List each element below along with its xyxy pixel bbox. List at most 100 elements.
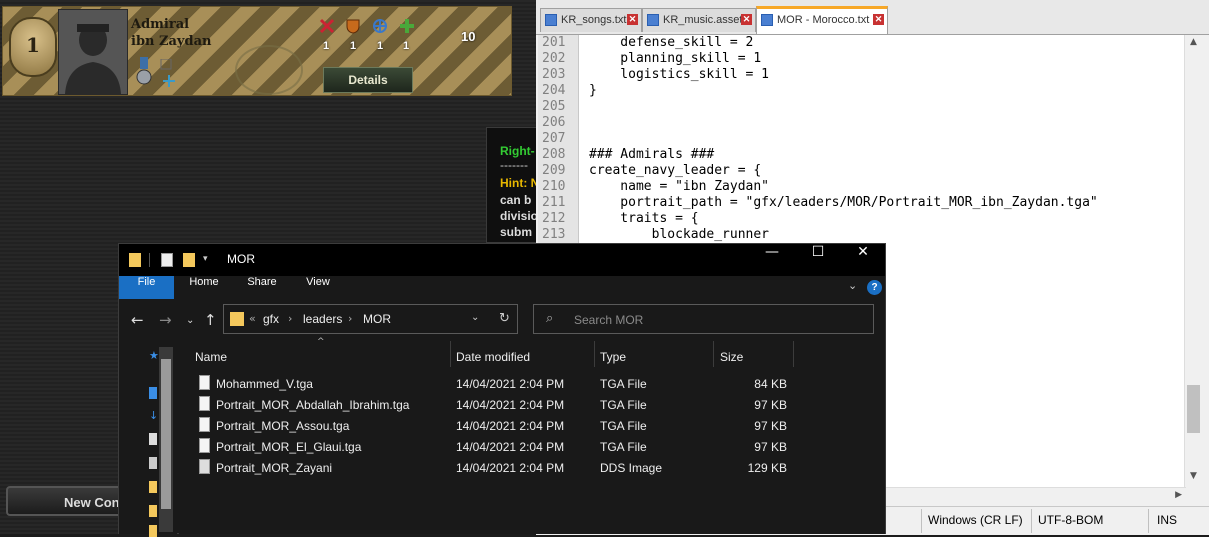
expand-ribbon-icon[interactable]: ⌄	[848, 279, 857, 292]
downloads-icon[interactable]: ↓	[149, 409, 158, 422]
tab-kr-songs[interactable]: KR_songs.txt ✕	[540, 8, 642, 32]
chevron-down-icon[interactable]: ⌄	[471, 312, 479, 323]
folder-icon[interactable]	[149, 505, 157, 517]
file-type: TGA File	[600, 398, 647, 412]
column-divider[interactable]	[450, 341, 451, 367]
tooltip-body-line: divisio	[500, 209, 539, 223]
close-icon[interactable]: ✕	[741, 14, 752, 25]
tooltip-divider: -------	[500, 158, 528, 172]
file-size: 97 KB	[754, 440, 787, 454]
scroll-right-icon[interactable]: ▶	[1175, 490, 1182, 500]
file-size: 129 KB	[747, 461, 787, 475]
maneuvering-skill-value: 1	[377, 40, 384, 52]
pictures-icon[interactable]	[149, 457, 157, 469]
column-header-type[interactable]: Type	[600, 350, 626, 364]
properties-icon[interactable]	[161, 253, 173, 267]
file-row[interactable]: Portrait_MOR_Assou.tga 14/04/2021 2:04 P…	[179, 415, 885, 436]
scrollbar-thumb[interactable]	[161, 359, 171, 509]
eol-format: Windows (CR LF)	[928, 513, 1023, 527]
folder-icon[interactable]	[149, 481, 157, 493]
file-type: DDS Image	[600, 461, 663, 475]
folder-icon	[129, 253, 141, 267]
encoding: UTF-8-BOM	[1038, 513, 1104, 527]
refresh-icon[interactable]: ↻	[499, 311, 510, 326]
tab-label: MOR - Morocco.txt	[777, 14, 870, 26]
help-icon[interactable]: ?	[867, 280, 882, 295]
maneuvering-skill-icon	[373, 19, 387, 33]
ribbon-tab-view[interactable]: View	[295, 276, 341, 299]
recent-locations-icon[interactable]: ⌄	[186, 315, 194, 326]
file-size: 97 KB	[754, 398, 787, 412]
defense-skill-value: 1	[350, 40, 357, 52]
back-arrow-icon[interactable]: ←	[131, 311, 144, 329]
file-list: ^ Name Date modified Type Size Mohammed_…	[179, 337, 885, 534]
horizontal-scrollbar[interactable]: ▶	[886, 487, 1186, 505]
file-name: Mohammed_V.tga	[216, 377, 313, 391]
search-icon: ⌕	[546, 311, 554, 326]
column-header-date[interactable]: Date modified	[456, 350, 530, 364]
leader-card[interactable]: 1 Admiral ibn Zaydan 1 1 1 1 10 Details	[2, 6, 512, 96]
close-icon[interactable]: ✕	[840, 244, 886, 276]
status-divider	[1148, 509, 1149, 533]
coordination-skill-value: 1	[403, 40, 410, 52]
title-bar[interactable]: ▾ MOR — ☐ ✕	[119, 244, 885, 276]
forward-arrow-icon[interactable]: →	[159, 311, 172, 329]
column-divider[interactable]	[793, 341, 794, 367]
vertical-scrollbar[interactable]: ▲ ▼	[1184, 35, 1202, 487]
breadcrumb-mor[interactable]: MOR	[363, 312, 391, 326]
breadcrumb-gfx[interactable]: gfx	[263, 312, 279, 326]
details-button[interactable]: Details	[323, 67, 413, 93]
scroll-down-icon[interactable]: ▼	[1185, 471, 1202, 481]
rank-number: 1	[26, 33, 40, 57]
chevron-right-icon: ›	[348, 312, 353, 325]
ribbon-tab-file[interactable]: File	[119, 276, 174, 299]
column-divider[interactable]	[713, 341, 714, 367]
add-trait-icon[interactable]	[159, 59, 179, 89]
file-date: 14/04/2021 2:04 PM	[456, 419, 565, 433]
tab-kr-music[interactable]: KR_music.asset ✕	[642, 8, 756, 32]
insert-mode: INS	[1157, 513, 1178, 527]
file-type: TGA File	[600, 419, 647, 433]
navigation-pane[interactable]: ★ ↓	[119, 341, 177, 537]
attack-skill-value: 1	[323, 40, 330, 52]
quick-access-icon[interactable]: ★	[149, 349, 159, 362]
file-row[interactable]: Mohammed_V.tga 14/04/2021 2:04 PM TGA Fi…	[179, 373, 885, 394]
quick-access-dropdown-icon[interactable]: ▾	[203, 254, 215, 268]
tab-mor-morocco[interactable]: MOR - Morocco.txt ✕	[756, 6, 888, 34]
column-divider[interactable]	[594, 341, 595, 367]
new-folder-icon[interactable]	[183, 253, 195, 267]
breadcrumb-overflow[interactable]: «	[249, 312, 256, 325]
maximize-icon[interactable]: ☐	[795, 244, 841, 276]
tooltip-body-line: can b	[500, 193, 532, 207]
leader-portrait	[58, 9, 128, 95]
breadcrumb-leaders[interactable]: leaders	[303, 312, 342, 326]
file-icon	[199, 375, 210, 390]
ribbon-tab-share[interactable]: Share	[239, 276, 285, 299]
ribbon-tab-home[interactable]: Home	[181, 276, 227, 299]
desktop-icon[interactable]	[149, 387, 157, 399]
scroll-up-icon[interactable]: ▲	[1185, 37, 1202, 47]
file-row[interactable]: Portrait_MOR_Abdallah_Ibrahim.tga 14/04/…	[179, 394, 885, 415]
scrollbar-thumb[interactable]	[1187, 385, 1200, 433]
file-date: 14/04/2021 2:04 PM	[456, 461, 565, 475]
folder-icon[interactable]	[149, 525, 157, 537]
address-bar[interactable]: « gfx › leaders › MOR ⌄ ↻	[223, 304, 518, 334]
tab-label: KR_music.asset	[663, 14, 743, 26]
file-icon	[545, 14, 557, 26]
close-icon[interactable]: ✕	[627, 14, 638, 25]
file-size: 84 KB	[754, 377, 787, 391]
minimize-icon[interactable]: —	[749, 244, 795, 276]
up-arrow-icon[interactable]: ↑	[204, 311, 217, 329]
documents-icon[interactable]	[149, 433, 157, 445]
close-icon[interactable]: ✕	[873, 14, 884, 25]
rank-badge: 1	[9, 17, 57, 77]
file-row[interactable]: Portrait_MOR_Zayani 14/04/2021 2:04 PM D…	[179, 457, 885, 478]
file-row[interactable]: Portrait_MOR_El_Glaui.tga 14/04/2021 2:0…	[179, 436, 885, 457]
window-title: MOR	[227, 252, 255, 266]
file-name: Portrait_MOR_Abdallah_Ibrahim.tga	[216, 398, 410, 412]
column-header-name[interactable]: Name	[195, 350, 227, 364]
tooltip-hint-label: Hint: N	[500, 176, 540, 190]
column-header-size[interactable]: Size	[720, 350, 743, 364]
search-input[interactable]: ⌕ Search MOR	[533, 304, 874, 334]
defense-skill-icon	[346, 19, 360, 34]
